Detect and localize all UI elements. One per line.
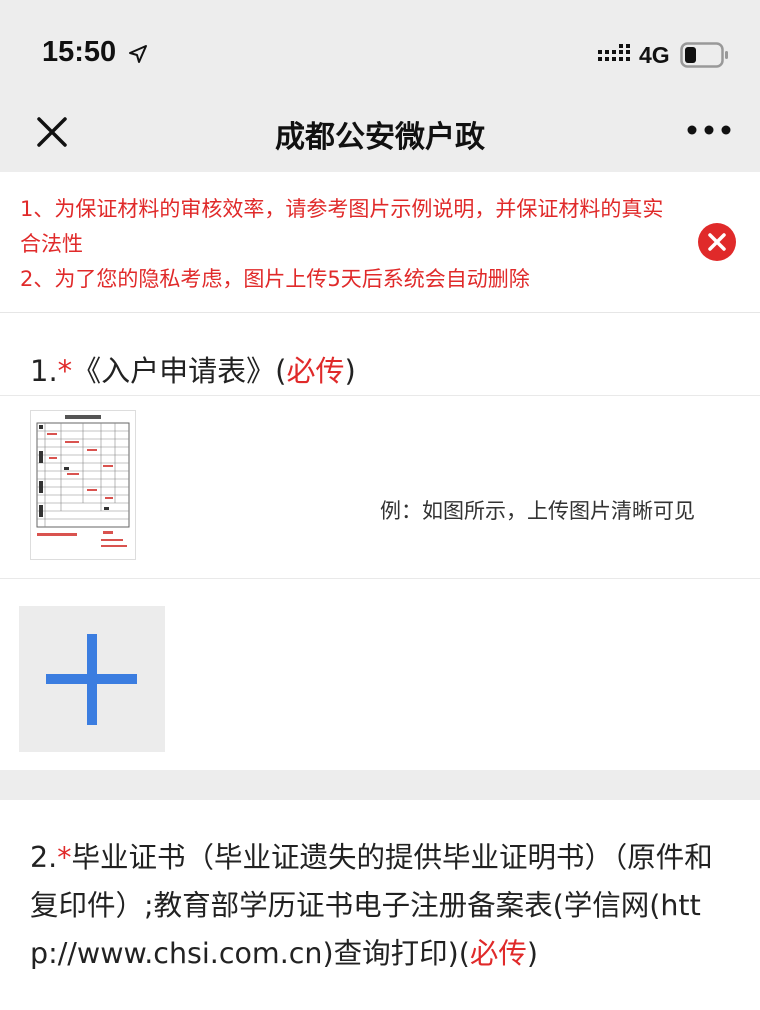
section-separator xyxy=(0,770,760,800)
section-1-title: 1.*《入户申请表》(必传) xyxy=(30,348,356,390)
example-form-image[interactable] xyxy=(30,410,136,560)
section-1-number: 1. xyxy=(30,354,58,388)
plus-icon xyxy=(46,634,137,725)
required-star: * xyxy=(57,354,73,388)
signal-icon xyxy=(598,44,630,61)
required-star: * xyxy=(57,841,72,874)
section-2-title: 2.*毕业证书（毕业证遗失的提供毕业证明书）（原件和复印件）;教育部学历证书电子… xyxy=(30,834,730,978)
section-2-close-paren: ) xyxy=(526,937,538,970)
page-title: 成都公安微户政 xyxy=(275,120,485,155)
example-description: 例：如图所示，上传图片清晰可见 xyxy=(380,499,695,523)
divider xyxy=(0,578,760,579)
required-label: 必传 xyxy=(469,937,527,970)
notice-line-1: 1、为保证材料的审核效率，请参考图片示例说明，并保证材料的真实合法性 xyxy=(20,197,664,256)
section-2-number: 2. xyxy=(30,841,58,874)
location-arrow-icon xyxy=(129,45,147,63)
section-1-close-paren: ) xyxy=(344,354,356,388)
required-label: 必传 xyxy=(286,354,345,388)
battery-icon xyxy=(680,42,728,68)
notice-text: 1、为保证材料的审核效率，请参考图片示例说明，并保证材料的真实合法性 2、为了您… xyxy=(20,192,680,297)
section-2-name: 毕业证书（毕业证遗失的提供毕业证明书）（原件和复印件）;教育部学历证书电子注册备… xyxy=(30,841,713,970)
section-1-name: 《入户申请表》( xyxy=(72,354,287,388)
upload-button[interactable] xyxy=(19,606,165,752)
close-circle-icon[interactable] xyxy=(697,222,737,262)
network-type: 4G xyxy=(639,42,670,68)
divider xyxy=(0,395,760,396)
status-time: 15:50 xyxy=(42,36,117,68)
notice-line-2: 2、为了您的隐私考虑，图片上传5天后系统会自动删除 xyxy=(20,267,530,291)
more-icon[interactable] xyxy=(686,120,732,140)
